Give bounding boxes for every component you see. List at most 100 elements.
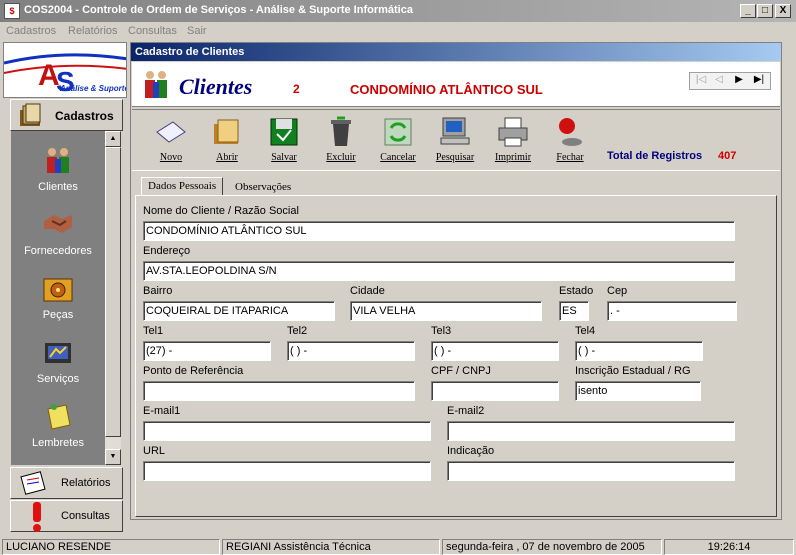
scroll-down-icon[interactable]: ▼: [105, 449, 121, 465]
bairro-field[interactable]: COQUEIRAL DE ITAPARICA: [143, 301, 335, 321]
excluir-button[interactable]: Excluir: [316, 116, 366, 166]
minimize-button[interactable]: _: [740, 4, 756, 18]
menu-relatorios[interactable]: Relatórios: [68, 25, 118, 37]
prev-record-icon[interactable]: ◁: [710, 74, 728, 85]
url-label: URL: [143, 445, 166, 457]
indicacao-label: Indicação: [447, 445, 495, 457]
sidebar-item-label: Fornecedores: [24, 245, 92, 257]
people-icon: [145, 71, 167, 98]
total-records-value: 407: [718, 150, 737, 162]
cidade-label: Cidade: [350, 285, 385, 297]
people-icon: [47, 148, 69, 173]
imprimir-label: Imprimir: [494, 152, 532, 163]
tel2-field[interactable]: ( ) -: [287, 341, 415, 361]
clientes-window: Cadastro de Clientes Clientes 2 CONDOMÍN…: [130, 42, 782, 520]
indicacao-field[interactable]: [447, 461, 735, 481]
tel3-field[interactable]: ( ) -: [431, 341, 559, 361]
child-window-title: Cadastro de Clientes: [131, 43, 781, 61]
salvar-button[interactable]: Salvar: [259, 116, 309, 166]
salvar-label: Salvar: [271, 152, 297, 163]
imprimir-button[interactable]: Imprimir: [488, 116, 538, 166]
scroll-thumb[interactable]: [105, 147, 121, 437]
toolbar: Novo Abrir Salvar Excluir Cancelar Pesqu…: [132, 109, 780, 171]
menu-consultas[interactable]: Consultas: [128, 25, 177, 37]
tel4-field[interactable]: ( ) -: [575, 341, 703, 361]
pesquisar-button[interactable]: Pesquisar: [430, 116, 480, 166]
sidebar-item-label: Lembretes: [32, 437, 84, 449]
nome-field[interactable]: CONDOMÍNIO ATLÂNTICO SUL: [143, 221, 735, 241]
record-number: 2: [293, 82, 300, 96]
status-user: LUCIANO RESENDE: [2, 539, 220, 555]
fechar-label: Fechar: [556, 152, 584, 163]
cpf-cnpj-label: CPF / CNPJ: [431, 365, 491, 377]
scroll-up-icon[interactable]: ▲: [105, 131, 121, 147]
cadastros-label: Cadastros: [55, 109, 114, 123]
ponto-referencia-field[interactable]: [143, 381, 415, 401]
cancelar-button[interactable]: Cancelar: [373, 116, 423, 166]
menu-cadastros[interactable]: Cadastros: [6, 25, 56, 37]
menu-sair[interactable]: Sair: [187, 25, 207, 37]
sidebar-scrollbar[interactable]: ▲ ▼: [105, 131, 121, 465]
total-records-label: Total de Registros: [607, 150, 703, 162]
trash-icon: [331, 116, 351, 146]
endereco-field[interactable]: AV.STA.LEOPOLDINA S/N: [143, 261, 735, 281]
url-field[interactable]: [143, 461, 431, 481]
nome-label: Nome do Cliente / Razão Social: [143, 205, 299, 217]
open-folder-icon: [214, 119, 239, 144]
excluir-label: Excluir: [326, 152, 356, 163]
cancel-refresh-icon: [384, 118, 412, 146]
services-icon: [45, 343, 71, 363]
record-name: CONDOMÍNIO ATLÂNTICO SUL: [350, 82, 543, 97]
reports-icon: [20, 471, 46, 495]
last-record-icon[interactable]: ▶|: [750, 74, 768, 85]
app-icon[interactable]: $: [4, 3, 20, 19]
printer-icon: [498, 117, 528, 147]
close-light-icon: [559, 118, 582, 146]
folder-icon: [20, 103, 41, 126]
status-date: segunda-feira , 07 de novembro de 2005: [442, 539, 662, 555]
tel4-label: Tel4: [575, 325, 596, 337]
cidade-field[interactable]: VILA VELHA: [350, 301, 542, 321]
relatorios-button[interactable]: Relatórios: [10, 467, 123, 499]
menu-bar: Cadastros Relatórios Consultas Sair: [0, 22, 796, 40]
new-document-icon: [156, 121, 186, 143]
email1-label: E-mail1: [143, 405, 181, 417]
ponto-referencia-label: Ponto de Referência: [143, 365, 244, 377]
status-company: REGIANI Assistência Técnica: [222, 539, 440, 555]
cadastros-button[interactable]: Cadastros: [10, 99, 123, 131]
inscricao-estadual-field[interactable]: isento: [575, 381, 701, 401]
tel2-label: Tel2: [287, 325, 308, 337]
tel3-label: Tel3: [431, 325, 452, 337]
record-header: Clientes 2 CONDOMÍNIO ATLÂNTICO SUL |◁ ◁…: [132, 62, 780, 107]
bairro-label: Bairro: [143, 285, 173, 297]
email2-field[interactable]: [447, 421, 735, 441]
page-title: Clientes: [179, 74, 253, 99]
fechar-button[interactable]: Fechar: [545, 116, 595, 166]
next-record-icon[interactable]: ▶: [730, 74, 748, 85]
endereco-label: Endereço: [143, 245, 191, 257]
consultas-button[interactable]: Consultas: [10, 500, 123, 532]
tab-dados-pessoais[interactable]: Dados Pessoais: [141, 177, 224, 196]
email2-label: E-mail2: [447, 405, 485, 417]
save-disk-icon: [270, 118, 298, 146]
novo-label: Novo: [159, 152, 183, 163]
tel1-field[interactable]: (27) -: [143, 341, 271, 361]
cancelar-label: Cancelar: [380, 152, 416, 163]
parts-icon: [43, 278, 73, 302]
search-computer-icon: [440, 117, 470, 145]
estado-field[interactable]: ES: [559, 301, 589, 321]
close-button[interactable]: X: [775, 4, 791, 18]
novo-button[interactable]: Novo: [146, 116, 196, 166]
maximize-button[interactable]: □: [757, 4, 773, 18]
email1-field[interactable]: [143, 421, 431, 441]
tab-observacoes[interactable]: Observações: [229, 179, 297, 196]
abrir-button[interactable]: Abrir: [202, 116, 252, 166]
cpf-cnpj-field[interactable]: [431, 381, 559, 401]
first-record-icon[interactable]: |◁: [692, 74, 710, 85]
brand-logo: A S Análise & Suporte: [3, 42, 127, 98]
cep-field[interactable]: . -: [607, 301, 737, 321]
status-bar: LUCIANO RESENDE REGIANI Assistência Técn…: [0, 538, 796, 555]
window-title: COS2004 - Controle de Ordem de Serviços …: [24, 4, 413, 16]
tab-strip: Dados Pessoais Observações: [131, 177, 781, 196]
handshake-icon: [44, 215, 72, 233]
